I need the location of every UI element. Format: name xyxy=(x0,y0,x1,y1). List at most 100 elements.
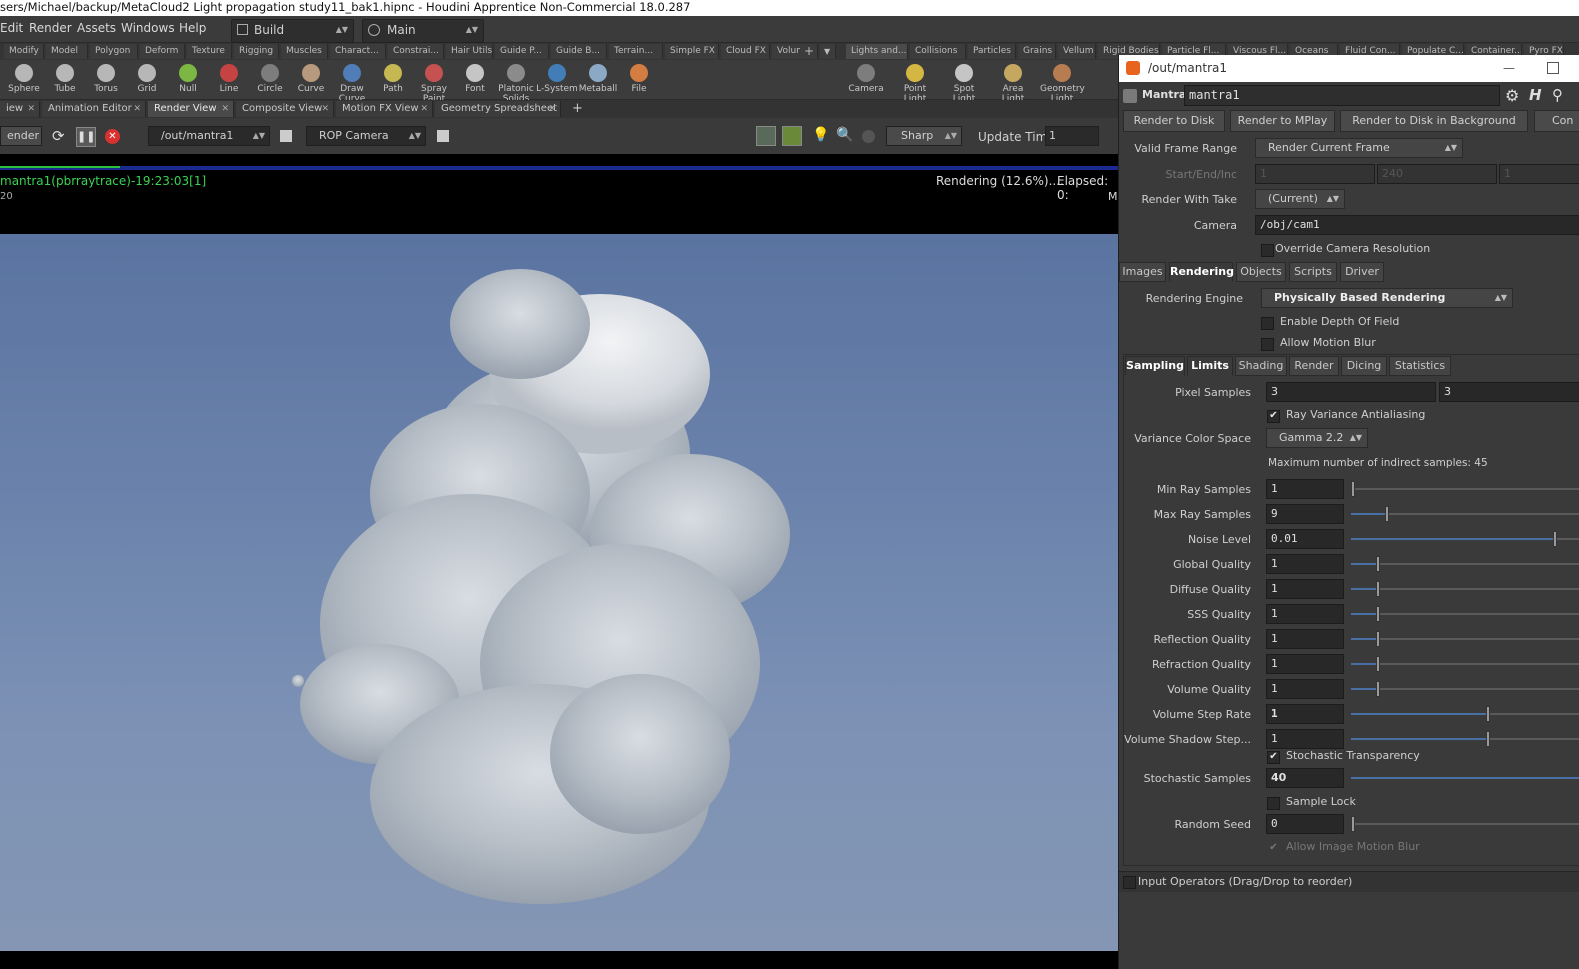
slider-knob[interactable] xyxy=(1376,631,1380,647)
shelf-tab-right-2[interactable]: Particles xyxy=(968,44,1016,59)
shelf-font-tool[interactable]: Font xyxy=(453,62,497,94)
tab-animation-editor[interactable]: Animation Editor ✕ xyxy=(42,101,146,117)
sample-lock-checkbox[interactable] xyxy=(1267,797,1280,810)
light-point-light-tool[interactable]: Point Light xyxy=(893,62,937,104)
slider-knob[interactable] xyxy=(1553,531,1557,547)
shelf-curve-tool[interactable]: Curve xyxy=(289,62,333,94)
slider-knob[interactable] xyxy=(1385,506,1389,522)
inc-field[interactable]: 1 xyxy=(1499,164,1579,184)
param-row-slider[interactable] xyxy=(1351,656,1579,672)
camera-jump-icon[interactable] xyxy=(437,130,449,142)
shelf-tab-right-1[interactable]: Collisions xyxy=(910,44,966,59)
light-geometry-light-tool[interactable]: Geometry Light xyxy=(1040,62,1085,104)
color-pick-icon[interactable] xyxy=(862,130,875,143)
menu-edit[interactable]: Edit xyxy=(0,21,23,35)
shelf-circle-tool[interactable]: Circle xyxy=(248,62,292,94)
render-to-mplay-button[interactable]: Render to MPlay xyxy=(1230,110,1335,132)
shelf-tab-5[interactable]: Rigging xyxy=(234,44,279,59)
close-icon[interactable]: ✕ xyxy=(548,101,556,117)
enable-dof-checkbox[interactable] xyxy=(1261,317,1274,330)
shelf-tab-9[interactable]: Hair Utils xyxy=(446,44,493,59)
menu-render[interactable]: Render xyxy=(29,21,72,35)
shelf-tab-11[interactable]: Guide B... xyxy=(551,44,607,59)
shelf-line-tool[interactable]: Line xyxy=(207,62,251,94)
shelf-tab-right-0[interactable]: Lights and... xyxy=(846,44,908,59)
tab-composite-view[interactable]: Composite View ✕ xyxy=(236,101,334,117)
slider-knob[interactable] xyxy=(1351,481,1355,497)
param-row-slider[interactable] xyxy=(1351,731,1579,747)
subtab-limits[interactable]: Limits xyxy=(1187,356,1233,376)
param-row-slider[interactable] xyxy=(1351,681,1579,697)
close-icon[interactable]: ✕ xyxy=(321,101,329,117)
light-area-light-tool[interactable]: Area Light xyxy=(991,62,1035,104)
pixel-samples-y-field[interactable]: 3 xyxy=(1439,382,1579,402)
shelf-tab-7[interactable]: Charact... xyxy=(330,44,386,59)
variance-color-space-select[interactable]: Gamma 2.2 ▲▼ xyxy=(1266,428,1368,448)
param-row-field[interactable]: 1 xyxy=(1266,679,1344,699)
subtab-dicing[interactable]: Dicing xyxy=(1341,356,1387,376)
shelf-tab-12[interactable]: Terrain... xyxy=(609,44,663,59)
light-camera-tool[interactable]: Camera xyxy=(844,62,888,94)
close-icon[interactable]: ✕ xyxy=(133,101,141,117)
shelf-tab-right-4[interactable]: Vellum xyxy=(1058,44,1096,59)
main-selector[interactable]: Main ▲▼ xyxy=(362,19,484,43)
param-row-field[interactable]: 1 xyxy=(1266,654,1344,674)
param-row-slider[interactable] xyxy=(1351,606,1579,622)
update-time-field[interactable]: 1 xyxy=(1045,126,1099,146)
render-to-disk-bg-button[interactable]: Render to Disk in Background xyxy=(1340,110,1528,132)
param-row-field[interactable]: 1 xyxy=(1266,479,1344,499)
shelf-sphere-tool[interactable]: Sphere xyxy=(2,62,46,94)
stochastic-transparency-checkbox[interactable]: ✔ xyxy=(1267,751,1280,764)
render-with-take-select[interactable]: (Current) ▲▼ xyxy=(1255,189,1345,209)
slider-knob[interactable] xyxy=(1376,556,1380,572)
pixel-samples-x-field[interactable]: 3 xyxy=(1266,382,1436,402)
tab-geometry-spreadsheet[interactable]: Geometry Spreadsheet ✕ xyxy=(435,101,561,117)
input-operators-toggle[interactable] xyxy=(1123,876,1136,889)
node-name-field[interactable]: mantra1 xyxy=(1184,85,1500,106)
light-spot-light-tool[interactable]: Spot Light xyxy=(942,62,986,104)
help-icon[interactable]: H xyxy=(1529,86,1542,104)
param-row-slider[interactable] xyxy=(1351,531,1579,547)
shelf-path-tool[interactable]: Path xyxy=(371,62,415,94)
menu-windows[interactable]: Windows xyxy=(121,21,175,35)
maximize-icon[interactable] xyxy=(1547,62,1559,74)
tab-objects[interactable]: Objects xyxy=(1236,262,1286,282)
slider-knob[interactable] xyxy=(1486,706,1490,722)
subtab-shading[interactable]: Shading xyxy=(1235,356,1287,376)
close-icon[interactable]: ✕ xyxy=(420,101,428,117)
param-row-slider[interactable] xyxy=(1351,556,1579,572)
add-tab-icon[interactable]: + xyxy=(566,101,586,117)
shelf-tab-8[interactable]: Constrai... xyxy=(388,44,444,59)
shelf-tab-13[interactable]: Simple FX xyxy=(665,44,719,59)
param-row-field[interactable]: 1 xyxy=(1266,729,1344,749)
shelf-tab-2[interactable]: Polygon xyxy=(90,44,138,59)
light-icon[interactable]: 💡 xyxy=(812,127,829,143)
param-row-slider[interactable] xyxy=(1351,631,1579,647)
param-row-field[interactable]: 1 xyxy=(1266,604,1344,624)
tab-render-view[interactable]: Render View ✕ xyxy=(148,101,234,117)
allow-image-mb-checkbox[interactable]: ✔ xyxy=(1267,842,1280,855)
ray-variance-aa-checkbox[interactable]: ✔ xyxy=(1267,410,1280,423)
rendering-engine-select[interactable]: Physically Based Rendering ▲▼ xyxy=(1261,288,1513,308)
render-to-disk-button[interactable]: Render to Disk xyxy=(1123,110,1225,132)
random-seed-field[interactable]: 0 xyxy=(1266,814,1344,834)
rop-jump-icon[interactable] xyxy=(280,130,292,142)
stop-icon[interactable]: ✕ xyxy=(105,129,120,144)
tab-images[interactable]: Images xyxy=(1119,262,1166,282)
slider-knob[interactable] xyxy=(1376,581,1380,597)
shelf-spray-paint-tool[interactable]: Spray Paint xyxy=(412,62,456,104)
region-icon[interactable] xyxy=(782,126,802,146)
shelf-grid-tool[interactable]: Grid xyxy=(125,62,169,94)
tab-view[interactable]: iew ✕ xyxy=(0,101,40,117)
slider-knob[interactable] xyxy=(1376,606,1380,622)
shelf-null-tool[interactable]: Null xyxy=(166,62,210,94)
subtab-sampling[interactable]: Sampling xyxy=(1125,356,1185,376)
render-button[interactable]: ender xyxy=(0,126,42,146)
shelf-torus-tool[interactable]: Torus xyxy=(84,62,128,94)
stochastic-samples-field[interactable]: 40 xyxy=(1266,768,1344,788)
tab-scripts[interactable]: Scripts xyxy=(1289,262,1337,282)
subtab-render[interactable]: Render xyxy=(1289,356,1339,376)
start-field[interactable]: 1 xyxy=(1255,164,1375,184)
menu-assets[interactable]: Assets xyxy=(77,21,116,35)
slider-knob[interactable] xyxy=(1376,656,1380,672)
